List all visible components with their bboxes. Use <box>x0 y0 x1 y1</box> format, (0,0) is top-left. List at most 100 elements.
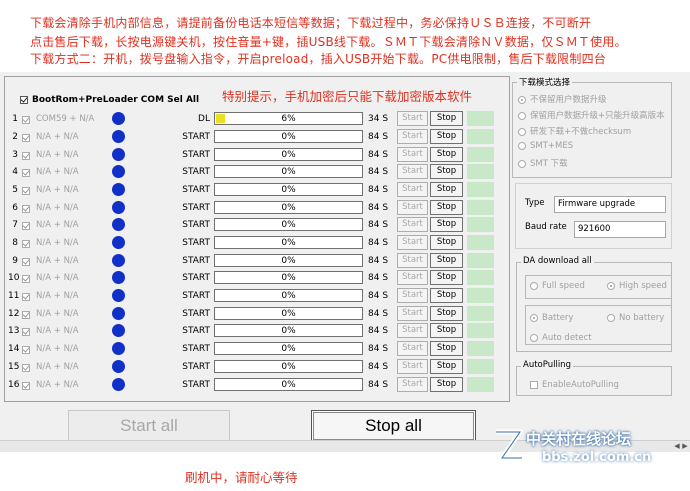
row-result-indicator <box>467 323 494 338</box>
row-start-button[interactable]: Start <box>397 164 428 179</box>
checkbox-icon <box>22 151 30 160</box>
status-dot-icon <box>112 236 125 249</box>
battery-label: Battery <box>542 313 574 323</box>
row-checkbox[interactable] <box>22 239 34 249</box>
radio-selected-icon <box>530 313 538 322</box>
type-select[interactable]: Firmware upgrade <box>554 196 666 213</box>
row-stop-button[interactable]: Stop <box>430 235 463 250</box>
row-checkbox[interactable] <box>22 363 34 373</box>
row-stop-button[interactable]: Stop <box>430 253 463 268</box>
auto-detect-radio[interactable]: Auto detect <box>530 333 592 343</box>
row-stop-button[interactable]: Stop <box>430 288 463 303</box>
row-stop-button[interactable]: Stop <box>430 377 463 392</box>
row-start-button[interactable]: Start <box>397 129 428 144</box>
row-start-button[interactable]: Start <box>397 270 428 285</box>
download-mode-option[interactable]: SMT 下载 <box>518 157 568 169</box>
auto-detect-label: Auto detect <box>542 333 592 343</box>
row-stop-button[interactable]: Stop <box>430 217 463 232</box>
port-row: 3 N/A + N/A START 0% 84 S Start Stop <box>6 147 500 164</box>
row-stop-button[interactable]: Stop <box>430 341 463 356</box>
status-dot-icon <box>112 378 125 391</box>
row-start-button[interactable]: Start <box>397 217 428 232</box>
row-checkbox[interactable] <box>22 221 34 231</box>
status-dot-icon <box>112 342 125 355</box>
checkbox-icon <box>22 327 30 336</box>
row-stop-button[interactable]: Stop <box>430 200 463 215</box>
row-checkbox[interactable] <box>22 345 34 355</box>
download-mode-option[interactable]: 保留用户数据升级+只能升级高版本 <box>518 109 665 121</box>
row-checkbox[interactable] <box>22 292 34 302</box>
start-all-button[interactable]: Start all <box>68 410 230 442</box>
notice-line-3: 下载方式二：开机，拨号盘输入指令，开启preload，插入USB开始下载。PC供… <box>30 52 606 66</box>
row-time: 84 S <box>368 291 389 301</box>
row-checkbox[interactable] <box>22 274 34 284</box>
no-battery-radio[interactable]: No battery <box>607 313 664 323</box>
row-status: START <box>182 309 210 319</box>
stop-all-button[interactable]: Stop all <box>311 410 476 442</box>
row-checkbox[interactable] <box>22 168 34 178</box>
row-start-button[interactable]: Start <box>397 253 428 268</box>
row-start-button[interactable]: Start <box>397 306 428 321</box>
port-row: 12 N/A + N/A START 0% 84 S Start Stop <box>6 306 500 323</box>
row-checkbox[interactable] <box>22 115 34 125</box>
row-stop-button[interactable]: Stop <box>430 111 463 126</box>
radio-icon <box>518 111 526 120</box>
battery-radio[interactable]: Battery <box>530 313 573 323</box>
select-all-checkbox[interactable]: BootRom+PreLoader COM Sel All <box>20 95 199 105</box>
high-speed-radio[interactable]: High speed <box>607 281 667 291</box>
row-stop-button[interactable]: Stop <box>430 270 463 285</box>
download-mode-option[interactable]: 研发下载+不做checksum <box>518 125 631 137</box>
port-label: N/A + N/A <box>36 326 79 336</box>
enable-autopulling-checkbox[interactable]: EnableAutoPulling <box>530 380 619 390</box>
row-start-button[interactable]: Start <box>397 182 428 197</box>
row-start-button[interactable]: Start <box>397 359 428 374</box>
full-speed-radio[interactable]: Full speed <box>530 281 585 291</box>
progress-bar: 0% <box>214 271 363 284</box>
row-stop-button[interactable]: Stop <box>430 182 463 197</box>
row-stop-button[interactable]: Stop <box>430 164 463 179</box>
row-stop-button[interactable]: Stop <box>430 147 463 162</box>
baud-rate-select[interactable]: 921600 <box>574 221 666 238</box>
status-dot-icon <box>112 254 125 267</box>
row-start-button[interactable]: Start <box>397 147 428 162</box>
row-start-button[interactable]: Start <box>397 323 428 338</box>
progress-percent: 0% <box>281 273 296 283</box>
row-start-button[interactable]: Start <box>397 200 428 215</box>
progress-bar: 0% <box>214 254 363 267</box>
download-mode-option[interactable]: SMT+MES <box>518 141 573 151</box>
row-status: START <box>182 273 210 283</box>
row-start-button[interactable]: Start <box>397 235 428 250</box>
row-result-indicator <box>467 182 494 197</box>
row-start-button[interactable]: Start <box>397 288 428 303</box>
row-checkbox[interactable] <box>22 133 34 143</box>
row-checkbox[interactable] <box>22 310 34 320</box>
row-result-indicator <box>467 200 494 215</box>
row-number: 7 <box>12 220 18 230</box>
row-checkbox[interactable] <box>22 151 34 161</box>
progress-percent: 0% <box>281 291 296 301</box>
port-label: N/A + N/A <box>36 132 79 142</box>
row-start-button[interactable]: Start <box>397 341 428 356</box>
row-start-button[interactable]: Start <box>397 111 428 126</box>
row-stop-button[interactable]: Stop <box>430 129 463 144</box>
row-result-indicator <box>467 129 494 144</box>
row-number: 14 <box>8 344 20 354</box>
row-stop-button[interactable]: Stop <box>430 359 463 374</box>
watermark-title: 中关村在线论坛 <box>526 430 632 448</box>
row-checkbox[interactable] <box>22 327 34 337</box>
row-checkbox[interactable] <box>22 257 34 267</box>
row-checkbox[interactable] <box>22 186 34 196</box>
row-checkbox[interactable] <box>22 381 34 391</box>
checkbox-icon <box>20 95 28 104</box>
row-number: 16 <box>8 380 20 390</box>
row-number: 13 <box>8 326 20 336</box>
row-stop-button[interactable]: Stop <box>430 306 463 321</box>
row-start-button[interactable]: Start <box>397 377 428 392</box>
download-mode-option-label: SMT 下载 <box>530 159 568 169</box>
progress-bar: 0% <box>214 307 363 320</box>
row-status: START <box>182 132 210 142</box>
download-mode-option[interactable]: 不保留用户数据升级 <box>518 93 607 105</box>
row-checkbox[interactable] <box>22 204 34 214</box>
row-stop-button[interactable]: Stop <box>430 323 463 338</box>
row-number: 10 <box>8 273 20 283</box>
